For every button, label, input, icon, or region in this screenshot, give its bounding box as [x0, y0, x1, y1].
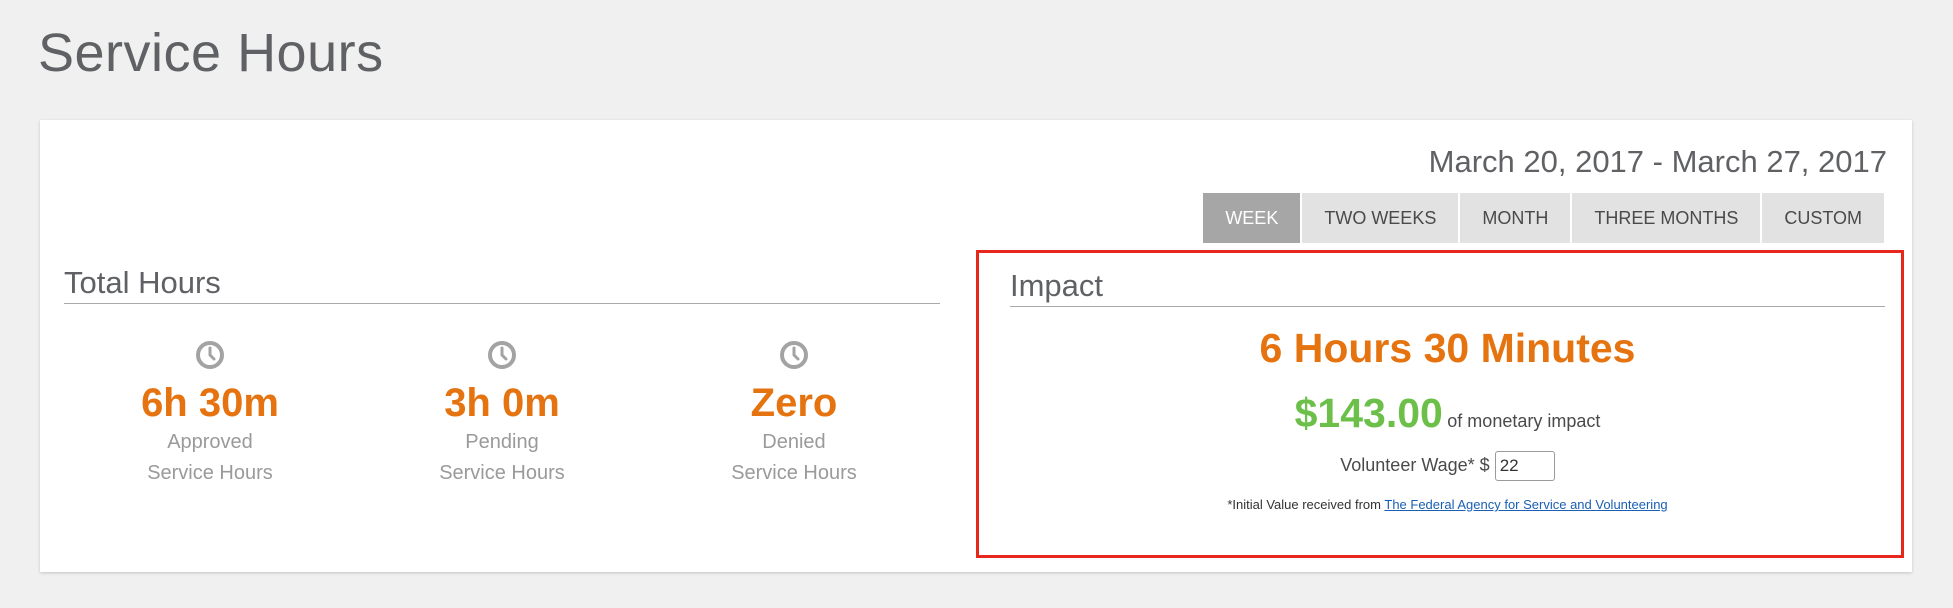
footnote-text: *Initial Value received from	[1227, 497, 1381, 512]
tab-week[interactable]: WEEK	[1203, 193, 1301, 243]
volunteer-wage-input[interactable]	[1494, 451, 1555, 481]
stat-pending: 3h 0m Pending Service Hours	[402, 340, 602, 487]
stats-row: 6h 30m Approved Service Hours 3h 0m Pend…	[64, 340, 940, 487]
tab-two-weeks[interactable]: TWO WEEKS	[1302, 193, 1459, 243]
stat-denied: Zero Denied Service Hours	[694, 340, 894, 487]
monetary-impact-row: $143.00 of monetary impact	[1010, 390, 1885, 437]
page-title: Service Hours	[38, 23, 384, 83]
denied-label-line2: Service Hours	[731, 462, 857, 484]
denied-label-line1: Denied	[762, 431, 826, 453]
pending-hours-value: 3h 0m	[444, 381, 560, 425]
total-hours-title: Total Hours	[64, 265, 940, 304]
volunteer-wage-row: Volunteer Wage* $	[1010, 451, 1885, 481]
federal-agency-link[interactable]: The Federal Agency for Service and Volun…	[1384, 497, 1667, 512]
clock-icon	[780, 341, 808, 369]
pending-label-line2: Service Hours	[439, 462, 565, 484]
impact-title: Impact	[1010, 268, 1885, 307]
date-range: March 20, 2017 - March 27, 2017	[1428, 144, 1887, 179]
impact-highlight-box: Impact 6 Hours 30 Minutes $143.00 of mon…	[976, 250, 1904, 558]
total-hours-section: Total Hours 6h 30m Approved Service Hour…	[64, 265, 940, 487]
clock-icon	[488, 341, 516, 369]
approved-hours-value: 6h 30m	[141, 381, 279, 425]
clock-icon	[196, 341, 224, 369]
impact-hours: 6 Hours 30 Minutes	[1259, 325, 1636, 371]
denied-hours-value: Zero	[750, 381, 838, 425]
tab-three-months[interactable]: THREE MONTHS	[1572, 193, 1761, 243]
impact-section: Impact 6 Hours 30 Minutes $143.00 of mon…	[1010, 268, 1885, 512]
service-hours-card: March 20, 2017 - March 27, 2017 WEEK TWO…	[40, 120, 1912, 572]
monetary-impact-label: of monetary impact	[1447, 411, 1601, 431]
monetary-impact-value: $143.00	[1294, 390, 1443, 436]
footnote: *Initial Value received from The Federal…	[1010, 497, 1885, 512]
approved-label-line1: Approved	[167, 431, 253, 453]
tab-custom[interactable]: CUSTOM	[1762, 193, 1884, 243]
stat-approved: 6h 30m Approved Service Hours	[110, 340, 310, 487]
range-tabs: WEEK TWO WEEKS MONTH THREE MONTHS CUSTOM	[1201, 193, 1884, 243]
tab-month[interactable]: MONTH	[1460, 193, 1571, 243]
approved-label-line2: Service Hours	[147, 462, 273, 484]
pending-label-line1: Pending	[465, 431, 539, 453]
volunteer-wage-label: Volunteer Wage* $	[1340, 454, 1490, 475]
